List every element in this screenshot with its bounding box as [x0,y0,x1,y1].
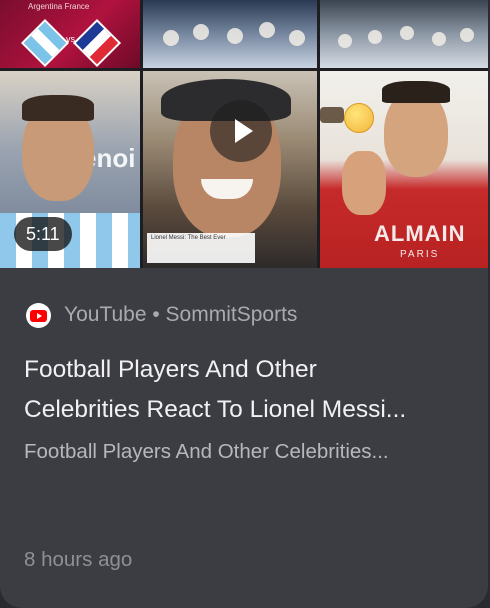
thumbnail-tile-team-celebration [143,0,317,68]
smiling-emoji-icon [344,103,374,133]
youtube-icon [26,303,51,328]
argentina-flag-icon [20,18,70,68]
title-line-2: Celebrities React To Lionel Messi... [24,396,407,423]
thumbnail-tile-trophy-lift [320,0,488,68]
video-duration-badge: 5:11 [14,217,72,251]
shirt-subtext: PARIS [400,249,440,260]
news-card[interactable]: Argentina France vs enoi Lionel Messi: T… [0,0,488,608]
goat-emoji-icon [320,107,344,123]
article-title[interactable]: Football Players And Other Celebrities R… [24,350,464,430]
shirt-text: ALMAIN [374,221,466,246]
article-description: Football Players And Other Celebrities..… [24,440,389,463]
thumbnail-tile-player-selfie-2: Lionel Messi: The Best Ever [143,71,317,268]
match-title: Argentina France [28,2,90,11]
flags: vs [20,18,122,68]
thumbs-up-hand [342,151,386,215]
thumbnail-tile-match-graphic: Argentina France vs [0,0,140,68]
source-label: YouTube • SommitSports [64,303,298,326]
france-flag-icon [72,18,122,68]
timestamp: 8 hours ago [24,548,133,571]
video-thumbnail[interactable]: Argentina France vs enoi Lionel Messi: T… [0,0,488,268]
play-icon[interactable] [210,100,272,162]
social-post-caption: Lionel Messi: The Best Ever [147,233,255,263]
thumbnail-tile-player-selfie-3: ALMAIN PARIS [320,71,488,268]
title-line-1: Football Players And Other [24,356,317,383]
